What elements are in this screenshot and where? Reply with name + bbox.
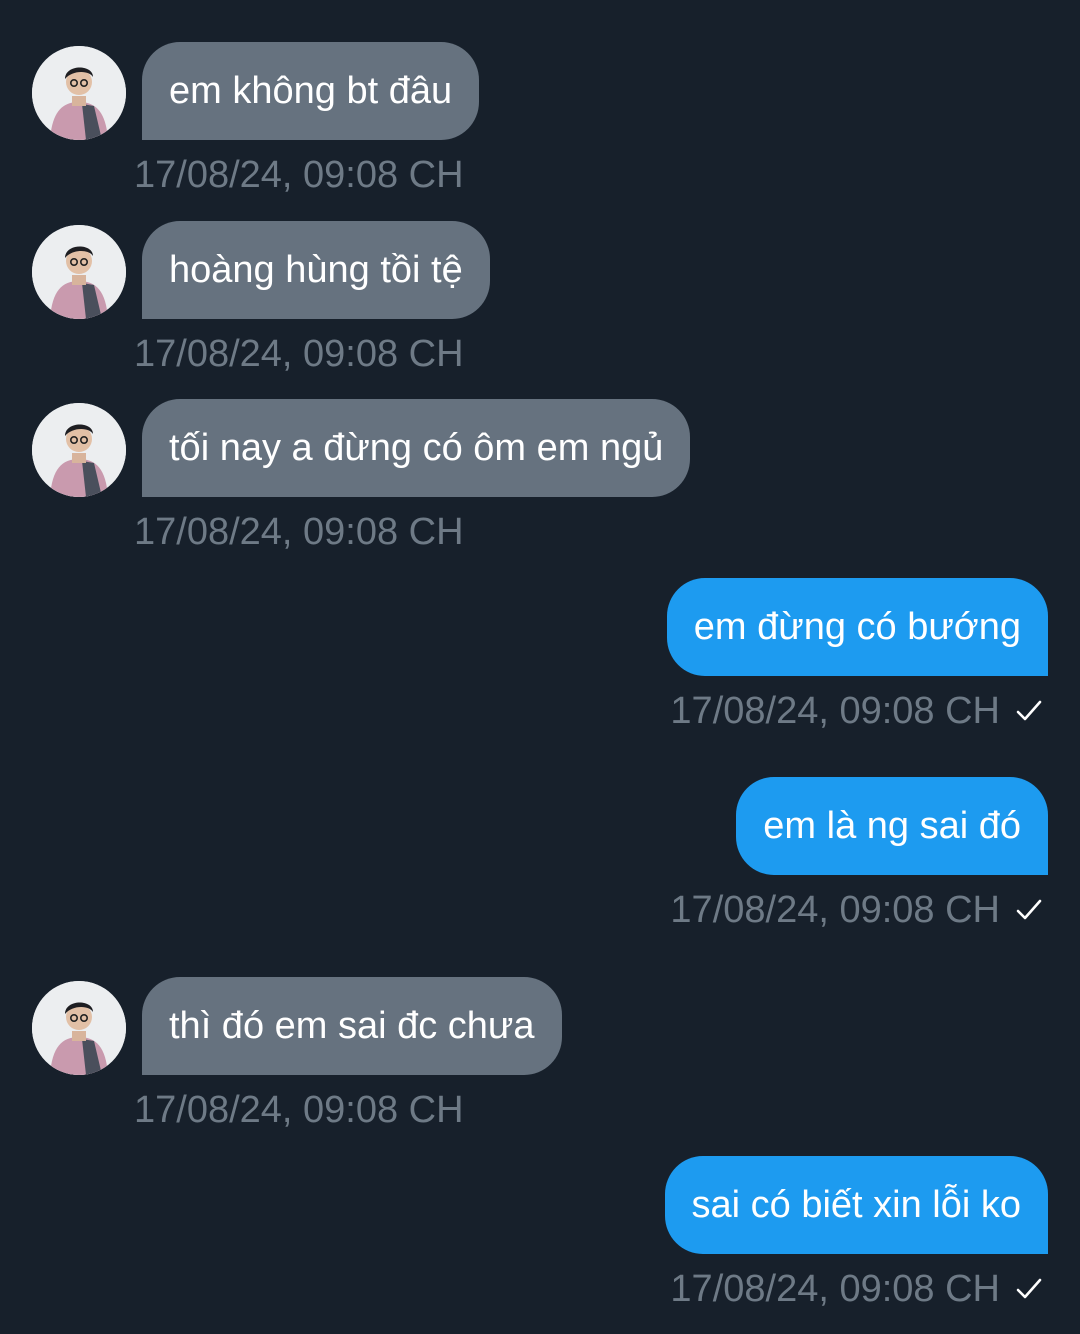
message-meta: 17/08/24, 09:08 CH <box>670 888 1044 932</box>
message-text: em đừng có bướng <box>693 606 1021 648</box>
message-timestamp: 17/08/24, 09:08 CH <box>134 511 464 553</box>
message-text: sai có biết xin lỗi ko <box>691 1184 1022 1226</box>
message-timestamp: 17/08/24, 09:08 CH <box>134 154 464 196</box>
message-row: thì đó em sai đc chưa 17/08/24, 09:08 CH <box>0 977 1080 1137</box>
message-text: tối nay a đừng có ôm em ngủ <box>169 427 664 469</box>
message-row: sai có biết xin lỗi ko 17/08/24, 09:08 C… <box>0 1156 1080 1316</box>
message-row: hoàng hùng tồi tệ 17/08/24, 09:08 CH <box>0 221 1080 381</box>
message-row: em là ng sai đó 17/08/24, 09:08 CH <box>0 777 1080 937</box>
outgoing-message-bubble[interactable]: em là ng sai đó <box>736 777 1048 875</box>
contact-avatar[interactable] <box>32 403 126 497</box>
message-text: em là ng sai đó <box>763 805 1021 847</box>
contact-avatar[interactable] <box>32 981 126 1075</box>
incoming-message-bubble[interactable]: tối nay a đừng có ôm em ngủ <box>142 399 691 497</box>
message-row: em không bt đâu 17/08/24, 09:08 CH <box>0 42 1080 202</box>
incoming-message-bubble[interactable]: em không bt đâu <box>142 42 480 140</box>
chat-thread: em không bt đâu 17/08/24, 09:08 CH hoàng… <box>0 0 1080 1334</box>
message-text: hoàng hùng tồi tệ <box>169 249 463 291</box>
message-meta: 17/08/24, 09:08 CH <box>670 689 1044 733</box>
message-timestamp: 17/08/24, 09:08 CH <box>670 1268 1000 1310</box>
message-timestamp: 17/08/24, 09:08 CH <box>134 1089 464 1131</box>
incoming-message-bubble[interactable]: thì đó em sai đc chưa <box>142 977 562 1075</box>
message-text: em không bt đâu <box>169 70 453 112</box>
message-timestamp: 17/08/24, 09:08 CH <box>134 333 464 375</box>
checkmark-icon <box>1016 899 1042 920</box>
message-row: tối nay a đừng có ôm em ngủ 17/08/24, 09… <box>0 399 1080 559</box>
contact-avatar[interactable] <box>32 46 126 140</box>
outgoing-message-bubble[interactable]: sai có biết xin lỗi ko <box>664 1156 1048 1254</box>
contact-avatar[interactable] <box>32 225 126 319</box>
checkmark-icon <box>1016 700 1042 721</box>
message-timestamp: 17/08/24, 09:08 CH <box>670 690 1000 732</box>
outgoing-message-bubble[interactable]: em đừng có bướng <box>666 578 1048 676</box>
message-timestamp: 17/08/24, 09:08 CH <box>670 889 1000 931</box>
message-row: em đừng có bướng 17/08/24, 09:08 CH <box>0 578 1080 738</box>
message-meta: 17/08/24, 09:08 CH <box>670 1267 1044 1311</box>
message-text: thì đó em sai đc chưa <box>169 1005 535 1047</box>
incoming-message-bubble[interactable]: hoàng hùng tồi tệ <box>142 221 490 319</box>
checkmark-icon <box>1016 1278 1042 1299</box>
